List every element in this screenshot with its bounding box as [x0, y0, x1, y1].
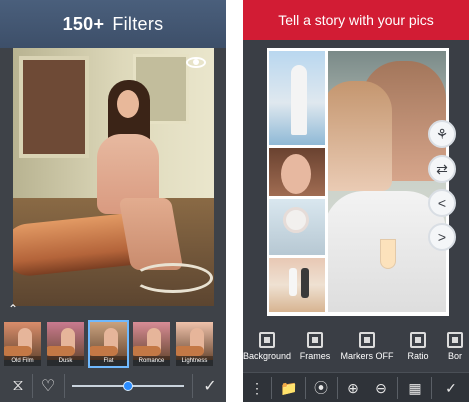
tool-border[interactable]: Bor: [441, 328, 469, 368]
tool-frames[interactable]: Frames: [291, 328, 339, 368]
photo-window: [19, 56, 89, 158]
collage-cell-3[interactable]: [269, 199, 325, 255]
history-icon[interactable]: ⧖: [6, 374, 30, 398]
panel-gap: [226, 0, 243, 402]
left-bottom-toolbar: ⧖ ♡ ✓: [0, 370, 226, 402]
filter-label: Old Film: [4, 356, 41, 366]
filter-strip: Old Film Dusk Flat Romance Lightness: [0, 320, 226, 368]
collage-cell-main[interactable]: [328, 51, 446, 312]
photo-preview[interactable]: [13, 48, 214, 306]
confirm-check-icon[interactable]: ✓: [198, 374, 222, 398]
collage-cell-1[interactable]: [269, 51, 325, 145]
collage-banner: Tell a story with your pics: [243, 0, 469, 40]
toolbar-divider: [431, 377, 432, 399]
tool-ratio[interactable]: Ratio: [395, 328, 441, 368]
tool-label: Frames: [299, 351, 331, 361]
filter-thumbnail[interactable]: Flat: [88, 320, 129, 368]
tool-label: Bor: [447, 351, 462, 361]
photo-rope: [133, 263, 213, 293]
border-icon: [447, 332, 463, 348]
collage-screen: Tell a story with your pics ⚘ ⇄ < > Back…: [243, 0, 469, 402]
qr-icon[interactable]: ▦: [403, 376, 427, 400]
markers-icon: [359, 332, 375, 348]
compare-eye-icon[interactable]: [186, 57, 206, 68]
ratio-icon: [410, 332, 426, 348]
screenshot-root: 150+ Filters ⌃ Old Film Dusk Flat Romance Li…: [0, 0, 469, 402]
tool-markers[interactable]: Markers OFF: [339, 328, 395, 368]
frames-icon: [307, 332, 323, 348]
share-icon[interactable]: <: [428, 189, 456, 217]
filters-screen: 150+ Filters ⌃ Old Film Dusk Flat Romance Li…: [0, 0, 226, 402]
filter-label: Dusk: [47, 356, 84, 366]
filters-count: 150+: [62, 13, 105, 34]
shuffle-icon[interactable]: ⚘: [428, 120, 456, 148]
flip-icon[interactable]: >: [428, 223, 456, 251]
filter-thumbnail-image: [47, 322, 84, 360]
filter-thumbnail-image: [176, 322, 213, 360]
filter-thumbnail-image: [133, 322, 170, 360]
filters-banner: 150+ Filters: [0, 0, 226, 48]
filter-thumbnail-image: [90, 322, 127, 360]
tool-background[interactable]: Background: [243, 328, 291, 368]
toolbar-divider: [397, 377, 398, 399]
confirm-check-icon[interactable]: ✓: [439, 376, 463, 400]
toolbar-divider: [271, 377, 272, 399]
collage-banner-title: Tell a story with your pics: [278, 12, 434, 28]
filter-thumbnail[interactable]: Lightness: [174, 320, 215, 368]
favorite-heart-icon[interactable]: ♡: [36, 374, 60, 398]
background-icon: [259, 332, 275, 348]
filter-thumbnail[interactable]: Old Film: [2, 320, 43, 368]
more-menu-icon[interactable]: ⋮: [245, 376, 269, 400]
filters-word: Filters: [112, 13, 164, 34]
toolbar-divider: [192, 374, 193, 398]
filter-label: Romance: [133, 356, 170, 366]
folder-icon[interactable]: 📁: [277, 376, 301, 400]
toolbar-divider: [337, 377, 338, 399]
tool-label: Markers OFF: [340, 351, 394, 361]
collage-cell-2[interactable]: [269, 148, 325, 196]
collage-canvas[interactable]: [267, 48, 449, 316]
zoom-in-icon[interactable]: ⊕: [341, 376, 365, 400]
zoom-out-icon[interactable]: ⊖: [369, 376, 393, 400]
intensity-slider-thumb[interactable]: [123, 381, 133, 391]
tool-label: Background: [243, 351, 292, 361]
toolbar-divider: [305, 377, 306, 399]
collage-tools-row: Background Frames Markers OFF Ratio Bor: [243, 328, 469, 368]
toolbar-divider: [64, 374, 65, 398]
filter-label: Lightness: [176, 356, 213, 366]
chevron-up-icon[interactable]: ⌃: [8, 303, 20, 315]
right-bottom-toolbar: ⋮ 📁 ⦿ ⊕ ⊖ ▦ ✓: [243, 372, 469, 402]
photo-subject-face: [117, 90, 139, 118]
collage-cell-4[interactable]: [269, 258, 325, 312]
tool-label: Ratio: [407, 351, 429, 361]
filter-thumbnail[interactable]: Romance: [131, 320, 172, 368]
filter-label: Flat: [90, 356, 127, 366]
swap-icon[interactable]: ⇄: [428, 155, 456, 183]
toolbar-divider: [32, 374, 33, 398]
filter-thumbnail[interactable]: Dusk: [45, 320, 86, 368]
add-photo-icon[interactable]: ⦿: [309, 376, 333, 400]
filter-thumbnail-image: [4, 322, 41, 360]
